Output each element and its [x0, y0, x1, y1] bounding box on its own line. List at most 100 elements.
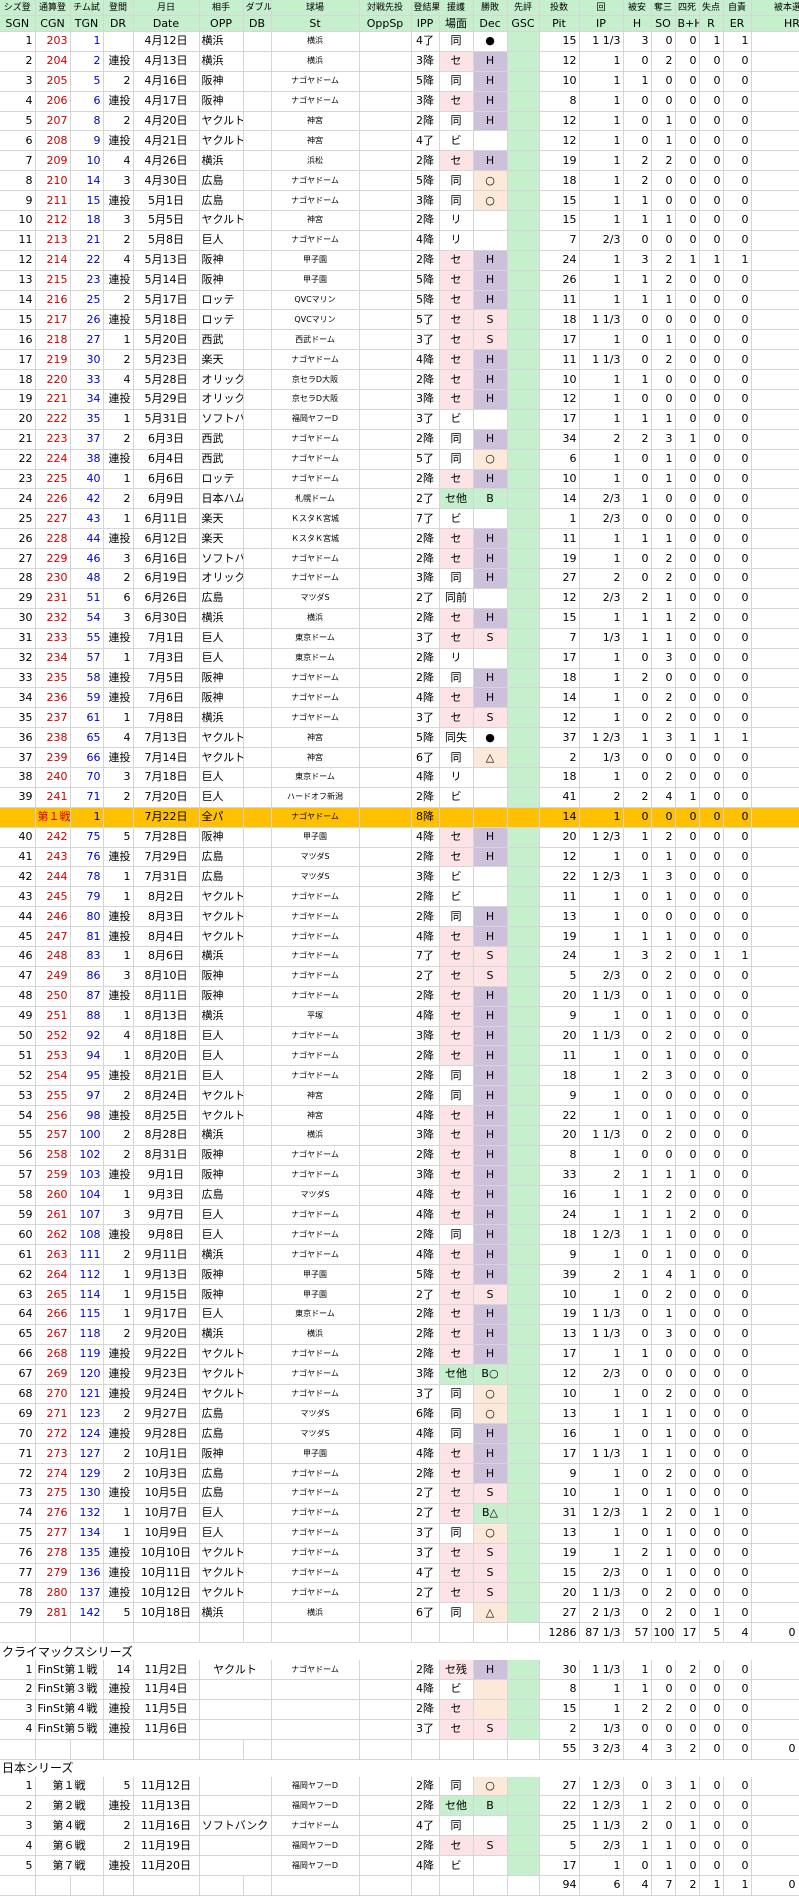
cell: ビ: [439, 866, 474, 888]
cell: 2了: [411, 588, 440, 609]
cell: 0: [675, 1855, 700, 1877]
cell: [507, 1344, 540, 1365]
stadium-cell: [271, 1719, 360, 1740]
cell: [359, 1006, 412, 1027]
cell: 1: [103, 886, 134, 908]
cell: 42: [0, 866, 36, 888]
cell: リ: [439, 210, 474, 231]
empty-cell: [243, 1738, 272, 1760]
cell: 2: [103, 1085, 134, 1107]
cell: [507, 1679, 540, 1700]
cell: [751, 329, 799, 351]
cell: [751, 668, 799, 689]
cell: 0: [651, 1719, 676, 1740]
cell: [359, 1563, 412, 1584]
cell: ヤクルト: [199, 1344, 244, 1365]
cell: [751, 588, 799, 609]
cell: [359, 886, 412, 908]
cell: 1: [699, 727, 724, 749]
stadium-cell: ナゴヤドーム: [271, 1660, 360, 1681]
decision-cell: H: [473, 469, 508, 490]
cell: 1: [651, 628, 676, 649]
cell: [507, 488, 540, 510]
cell: ナゴヤドーム: [271, 1483, 360, 1504]
cell: 2: [651, 1185, 676, 1206]
empty-cell: [199, 1875, 244, 1896]
cell: 1 1/3: [579, 309, 624, 331]
cell: [359, 309, 412, 331]
cell: 134: [70, 1523, 104, 1544]
cell: 0: [675, 588, 700, 609]
decision-cell: [473, 409, 508, 430]
cell: 0: [623, 1125, 652, 1146]
cell: [751, 349, 799, 371]
cell: 1 2/3: [579, 1776, 624, 1797]
cell: ナゴヤドーム: [271, 1503, 360, 1524]
cell: 1: [623, 628, 652, 649]
cell: 12: [539, 707, 580, 729]
table-row: 2 204 2 連投 4月13日 横浜 横浜 3降セ H 12 1 0 2 0 0 0: [0, 51, 799, 72]
cell: オリックス: [199, 369, 244, 391]
cell: 2降: [411, 150, 440, 172]
cell: 1: [651, 1523, 676, 1544]
cell: 5降: [411, 270, 440, 291]
cell: 7月8日: [133, 707, 200, 729]
cell: 0: [675, 409, 700, 430]
cell: 0: [675, 1125, 700, 1146]
cell: セ: [439, 1284, 474, 1305]
cell: ナゴヤドーム: [271, 966, 360, 987]
cell: 1: [651, 1105, 676, 1126]
cell: 4月30日: [133, 170, 200, 192]
cell: 連投: [103, 528, 134, 550]
cell: 1 2/3: [579, 1795, 624, 1817]
cell: [507, 270, 540, 291]
cell: 11月16日: [133, 1815, 200, 1837]
cell: 0: [675, 230, 700, 251]
cell: 0: [699, 1045, 724, 1067]
cell: マツダS: [271, 847, 360, 868]
cell: 0: [723, 1503, 752, 1524]
cell: 0: [675, 150, 700, 172]
decision-cell: S: [473, 1483, 508, 1504]
cell: 10月9日: [133, 1523, 200, 1544]
cell: ビ: [439, 130, 474, 152]
empty-cell: [243, 1622, 272, 1644]
cell: 1: [675, 1776, 700, 1797]
column-header-ja: 四死: [675, 0, 700, 16]
cell: [359, 1776, 412, 1797]
cell: 11: [539, 349, 580, 371]
cell: 5降: [411, 290, 440, 311]
cell: 9月8日: [133, 1224, 200, 1246]
cell: [359, 1835, 412, 1857]
table-row: 32 234 57 1 7月3日 巨人 東京ドーム 2降リ 17 1 0 3 0 0 0: [0, 648, 799, 669]
cell: [507, 1699, 540, 1720]
cell: [507, 866, 540, 888]
cell: [507, 727, 540, 749]
cell: 2: [103, 71, 134, 92]
cell: 269: [35, 1364, 71, 1385]
cell: 22: [539, 1105, 580, 1126]
cell: 10月5日: [133, 1483, 200, 1504]
cell: 226: [35, 488, 71, 510]
cell: 17: [539, 1443, 580, 1465]
cell: 3降: [411, 91, 440, 112]
cell: 0: [623, 508, 652, 530]
cell: [507, 508, 540, 530]
cell: 神宮: [271, 727, 360, 749]
cell: 4降: [411, 926, 440, 947]
cell: 0: [699, 568, 724, 589]
cell: 1: [623, 488, 652, 510]
cell: [359, 727, 412, 749]
cell: [359, 1699, 412, 1720]
cell: [359, 210, 412, 231]
empty-cell: [507, 1738, 540, 1760]
cell: 0: [723, 747, 752, 768]
cell: 2降: [411, 1065, 440, 1087]
cell: 1: [623, 1185, 652, 1206]
opponent-cell: [199, 1679, 272, 1700]
cell: 1: [651, 1563, 676, 1584]
cell: 27: [70, 329, 104, 351]
cell: 12: [539, 130, 580, 152]
cell: 2: [579, 1264, 624, 1286]
cell: 1: [651, 1835, 676, 1857]
